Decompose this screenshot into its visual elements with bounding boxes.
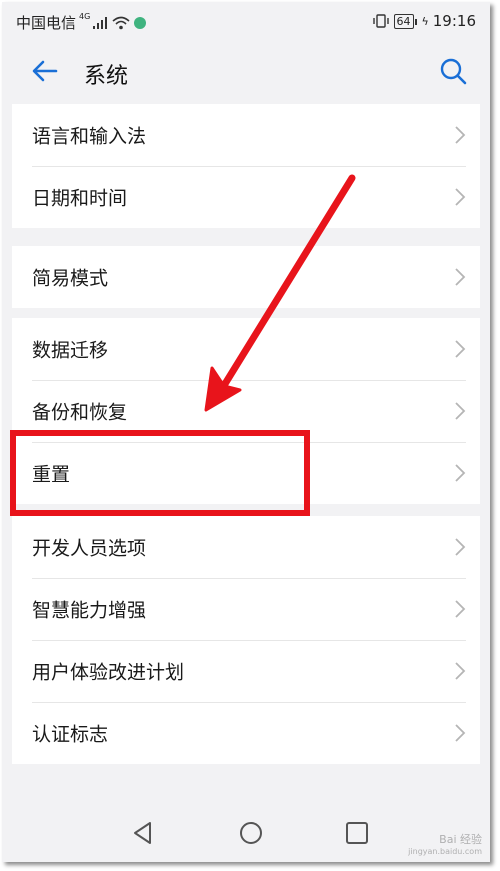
chevron-right-icon [455, 126, 466, 144]
watermark: Bai 经验 jingyan.baidu.com [408, 834, 482, 858]
carrier-name: 中国电信 [16, 14, 77, 32]
settings-group-advanced: 开发人员选项 智慧能力增强 用户体验改进计划 认证标志 [12, 516, 480, 764]
settings-group-simple-mode: 简易模式 [12, 246, 480, 308]
chevron-right-icon [455, 268, 466, 286]
nav-home-icon[interactable] [238, 820, 264, 846]
settings-item-label: 智慧能力增强 [32, 599, 147, 622]
signal-icon [93, 16, 108, 29]
settings-item-certification[interactable]: 认证标志 [12, 702, 480, 764]
settings-item-data-migration[interactable]: 数据迁移 [12, 318, 480, 380]
network-type: 4G [79, 12, 91, 21]
search-icon[interactable] [438, 56, 468, 86]
wifi-icon [112, 16, 130, 29]
settings-item-label: 语言和输入法 [32, 125, 147, 148]
chevron-right-icon [455, 662, 466, 680]
settings-item-date-time[interactable]: 日期和时间 [12, 166, 480, 228]
chevron-right-icon [455, 724, 466, 742]
nav-back-icon[interactable] [130, 820, 156, 846]
annotation-highlight-box [10, 430, 310, 516]
app-notification-icon [134, 16, 147, 29]
chevron-right-icon [455, 600, 466, 618]
settings-item-smart-enhance[interactable]: 智慧能力增强 [12, 578, 480, 640]
clock: 19:16 [432, 12, 476, 30]
settings-item-label: 用户体验改进计划 [32, 661, 185, 684]
page-title: 系统 [84, 64, 129, 89]
screen: 中国电信 4G 64 ϟ 19:16 系统 语言和输入法 日期和时间 简易模式 … [2, 2, 490, 862]
battery-level: 64 [393, 13, 417, 29]
settings-item-label: 数据迁移 [32, 339, 109, 362]
app-header: 系统 [2, 40, 490, 100]
settings-item-label: 日期和时间 [32, 187, 128, 210]
vibrate-icon [372, 14, 389, 28]
status-bar: 中国电信 4G 64 ϟ 19:16 [2, 2, 490, 40]
settings-item-developer-options[interactable]: 开发人员选项 [12, 516, 480, 578]
chevron-right-icon [455, 464, 466, 482]
settings-item-simple-mode[interactable]: 简易模式 [12, 246, 480, 308]
settings-item-ux-improvement[interactable]: 用户体验改进计划 [12, 640, 480, 702]
settings-item-label: 简易模式 [32, 267, 109, 290]
watermark-url: jingyan.baidu.com [408, 847, 482, 856]
chevron-right-icon [455, 538, 466, 556]
back-arrow-icon[interactable] [30, 56, 60, 86]
settings-item-label: 开发人员选项 [32, 537, 147, 560]
charging-icon: ϟ [421, 14, 429, 28]
watermark-logo: Bai 经验 [439, 833, 482, 846]
chevron-right-icon [455, 188, 466, 206]
nav-recents-icon[interactable] [344, 820, 370, 846]
settings-group-language-time: 语言和输入法 日期和时间 [12, 104, 480, 228]
chevron-right-icon [455, 402, 466, 420]
navigation-bar: Bai 经验 jingyan.baidu.com [2, 806, 490, 862]
chevron-right-icon [455, 340, 466, 358]
settings-item-label: 备份和恢复 [32, 401, 128, 424]
settings-item-language-input[interactable]: 语言和输入法 [12, 104, 480, 166]
settings-item-label: 认证标志 [32, 723, 109, 746]
